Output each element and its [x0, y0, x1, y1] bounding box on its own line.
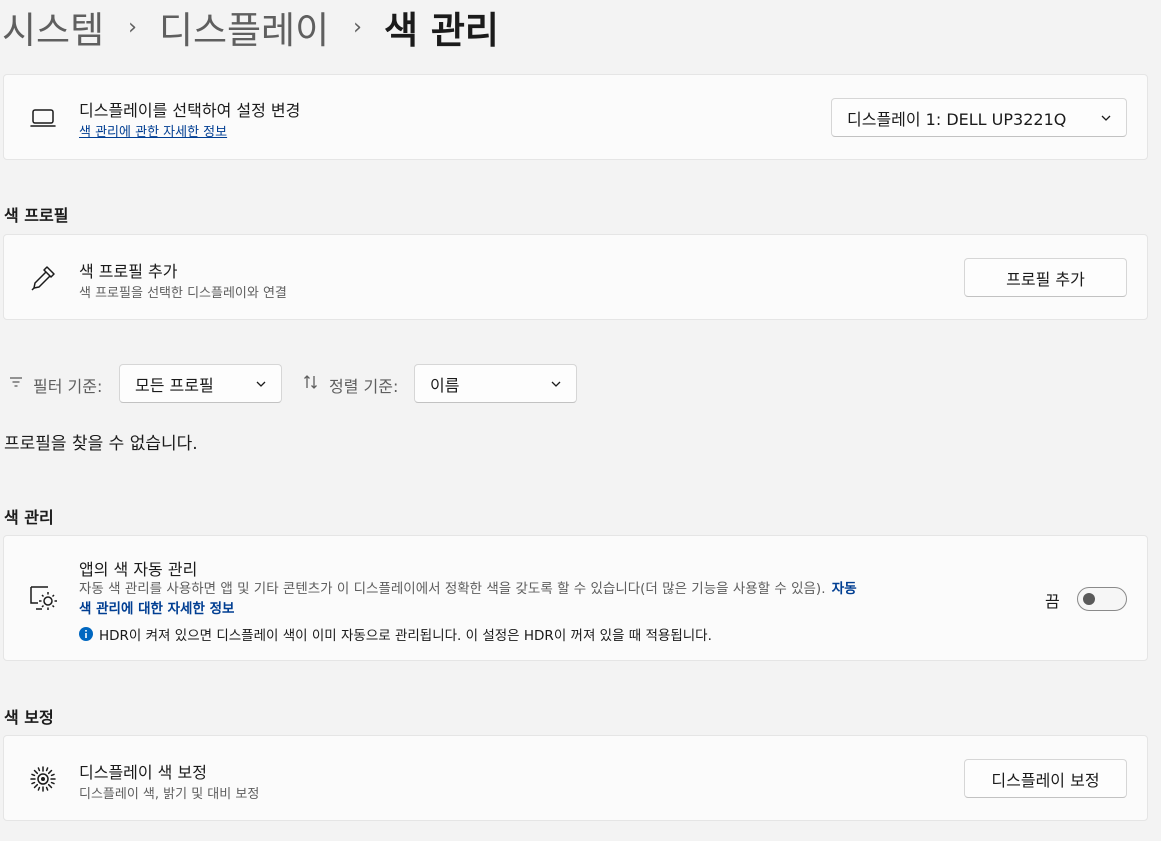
calibration-icon	[26, 762, 60, 796]
filter-dropdown[interactable]: 모든 프로필	[119, 364, 282, 403]
info-icon	[79, 627, 93, 641]
add-profile-title: 색 프로필 추가	[79, 262, 178, 281]
laptop-icon	[26, 101, 60, 135]
empty-profiles-message: 프로필을 찾을 수 없습니다.	[4, 434, 198, 454]
chevron-down-icon	[551, 381, 561, 387]
calibration-subtitle: 디스플레이 색, 밝기 및 대비 보정	[79, 787, 260, 802]
calibration-title: 디스플레이 색 보정	[79, 763, 207, 782]
breadcrumb-display[interactable]: 디스플레이	[159, 0, 329, 54]
color-management-heading: 색 관리	[4, 508, 54, 527]
sort-dropdown-value: 이름	[430, 375, 460, 395]
add-profile-subtitle: 색 프로필을 선택한 디스플레이와 연결	[79, 286, 287, 301]
toggle-state-label: 끔	[1045, 592, 1060, 611]
sort-label: 정렬 기준:	[329, 377, 399, 396]
auto-color-description: 자동 색 관리를 사용하면 앱 및 기타 콘텐츠가 이 디스플레이에서 정확한 …	[79, 579, 1014, 619]
color-profiles-heading: 색 프로필	[4, 206, 69, 225]
color-management-info-link[interactable]: 색 관리에 관한 자세한 정보	[79, 121, 227, 140]
auto-color-toggle[interactable]	[1077, 587, 1127, 611]
filter-dropdown-value: 모든 프로필	[135, 375, 214, 395]
auto-color-link-part2[interactable]: 색 관리에 대한 자세한 정보	[79, 601, 234, 617]
add-profile-button[interactable]: 프로필 추가	[964, 258, 1127, 297]
breadcrumb-system[interactable]: 시스템	[2, 0, 104, 54]
breadcrumb-separator-icon: ›	[128, 14, 137, 40]
calibrate-display-button[interactable]: 디스플레이 보정	[964, 759, 1127, 798]
chevron-down-icon	[1101, 115, 1111, 121]
add-profile-card: 색 프로필 추가 색 프로필을 선택한 디스플레이와 연결 프로필 추가	[3, 234, 1148, 320]
breadcrumb: 시스템 › 디스플레이 › 색 관리	[2, 2, 499, 52]
auto-color-title: 앱의 색 자동 관리	[79, 560, 198, 579]
sort-dropdown[interactable]: 이름	[414, 364, 577, 403]
breadcrumb-separator-icon: ›	[353, 14, 362, 40]
auto-color-description-text: 자동 색 관리를 사용하면 앱 및 기타 콘텐츠가 이 디스플레이에서 정확한 …	[79, 581, 826, 597]
display-select-card: 디스플레이를 선택하여 설정 변경 색 관리에 관한 자세한 정보 디스플레이 …	[3, 74, 1148, 160]
filter-label: 필터 기준:	[33, 377, 103, 396]
page-title: 색 관리	[383, 9, 499, 52]
filter-icon	[10, 377, 22, 387]
calibration-card: 디스플레이 색 보정 디스플레이 색, 밝기 및 대비 보정 디스플레이 보정	[3, 735, 1148, 821]
sort-icon	[304, 375, 317, 389]
display-dropdown[interactable]: 디스플레이 1: DELL UP3221Q	[831, 98, 1127, 137]
chevron-down-icon	[256, 381, 266, 387]
display-dropdown-value: 디스플레이 1: DELL UP3221Q	[847, 109, 1067, 129]
auto-color-icon	[26, 581, 60, 615]
hdr-info-text: HDR이 켜져 있으면 디스플레이 색이 이미 자동으로 관리됩니다. 이 설정…	[99, 628, 712, 644]
display-select-title: 디스플레이를 선택하여 설정 변경	[79, 101, 301, 120]
toggle-knob	[1083, 593, 1095, 605]
color-management-page: 시스템 › 디스플레이 › 색 관리 디스플레이를 선택하여 설정 변경 색 관…	[0, 0, 1161, 841]
eyedropper-icon	[26, 261, 60, 295]
calibration-heading: 색 보정	[4, 708, 54, 727]
hdr-info-row: HDR이 켜져 있으면 디스플레이 색이 이미 자동으로 관리됩니다. 이 설정…	[79, 624, 712, 644]
auto-color-card: 앱의 색 자동 관리 자동 색 관리를 사용하면 앱 및 기타 콘텐츠가 이 디…	[3, 535, 1148, 661]
auto-color-link-part1[interactable]: 자동	[832, 581, 857, 597]
